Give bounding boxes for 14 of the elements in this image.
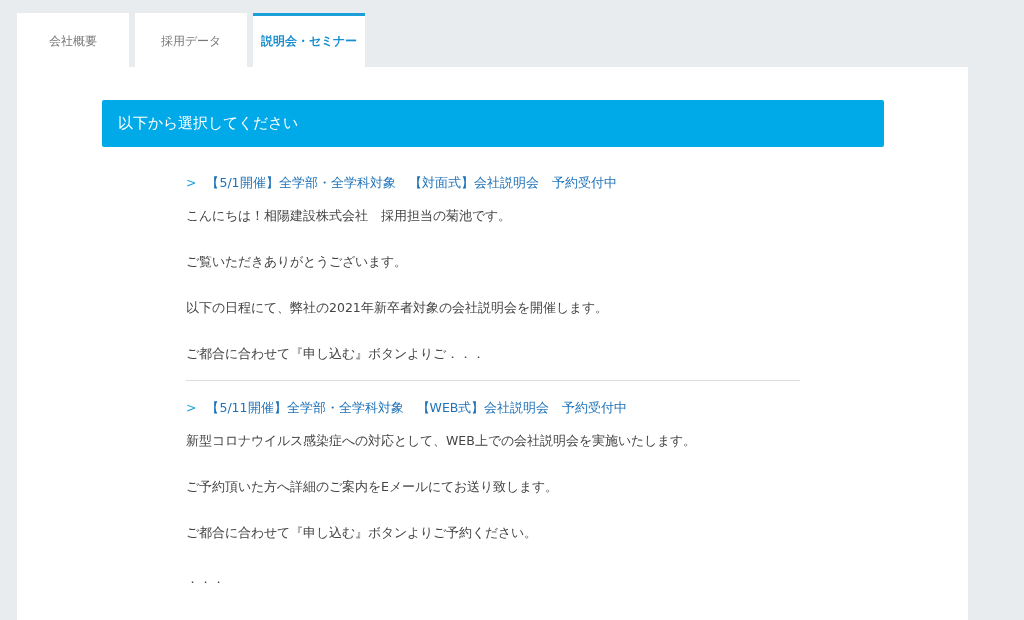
event-description: 以下の日程にて、弊社の2021年新卒者対象の会社説明会を開催します。 [186,299,609,317]
event-description: 新型コロナウイルス感染症への対応として、WEB上での会社説明会を実施いたします。 [186,432,697,450]
tab[interactable]: 会社概要 [17,13,129,67]
event-description: ．．． [186,570,226,588]
event-link[interactable]: > 【5/1開催】全学部・全学科対象 【対面式】会社説明会 予約受付中 [186,174,800,192]
event-link[interactable]: > 【5/11開催】全学部・全学科対象 【WEB式】会社説明会 予約受付中 [186,399,800,417]
tab[interactable]: 採用データ [135,13,247,67]
event-description: こんにちは！相陽建設株式会社 採用担当の菊池です。 [186,207,512,225]
event-description: ご都合に合わせて『申し込む』ボタンよりご予約ください。 [186,524,538,542]
event-description: ご覧いただきありがとうございます。 [186,253,408,271]
event-description: ご都合に合わせて『申し込む』ボタンよりご．．． [186,345,486,363]
tab[interactable]: 説明会・セミナー [253,13,365,67]
event-description: ご予約頂いた方へ詳細のご案内をEメールにてお送り致します。 [186,478,559,496]
section-banner: 以下から選択してください [102,100,884,147]
